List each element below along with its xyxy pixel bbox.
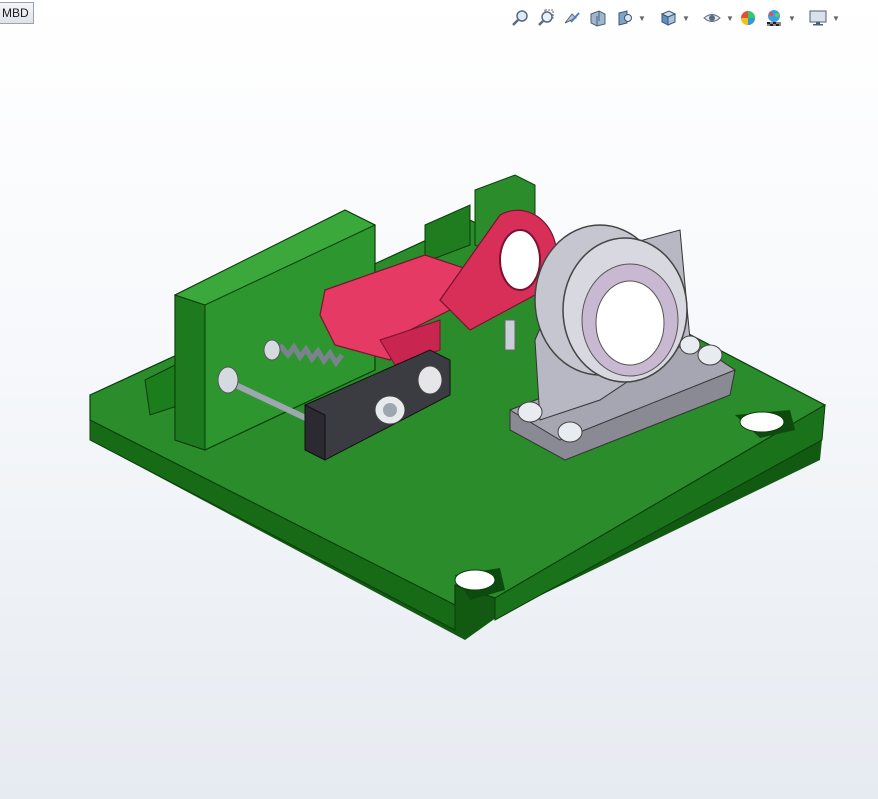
mbd-tab[interactable]: MBD [0,2,34,24]
view-settings-dropdown[interactable]: ▼ [832,6,840,30]
zoom-to-area-icon[interactable] [534,6,558,30]
heads-up-view-toolbar: ▼ ▼ ▼ ▼ ▼ [508,5,840,31]
dynamic-annotation-icon[interactable] [612,6,636,30]
view-orientation-icon[interactable] [656,6,680,30]
display-style-dropdown[interactable]: ▼ [726,6,734,30]
view-orientation-dropdown[interactable]: ▼ [682,6,690,30]
view-settings-icon[interactable] [806,6,830,30]
section-view-icon[interactable] [586,6,610,30]
apply-scene-icon[interactable] [762,6,786,30]
graphics-area[interactable] [0,30,878,799]
dynamic-annotation-dropdown[interactable]: ▼ [638,6,646,30]
edit-appearance-icon[interactable] [736,6,760,30]
zoom-to-fit-icon[interactable] [508,6,532,30]
display-style-icon[interactable] [700,6,724,30]
apply-scene-dropdown[interactable]: ▼ [788,6,796,30]
assembly-model [89,174,827,640]
pivot-pin [504,319,516,351]
previous-view-icon[interactable] [560,6,584,30]
